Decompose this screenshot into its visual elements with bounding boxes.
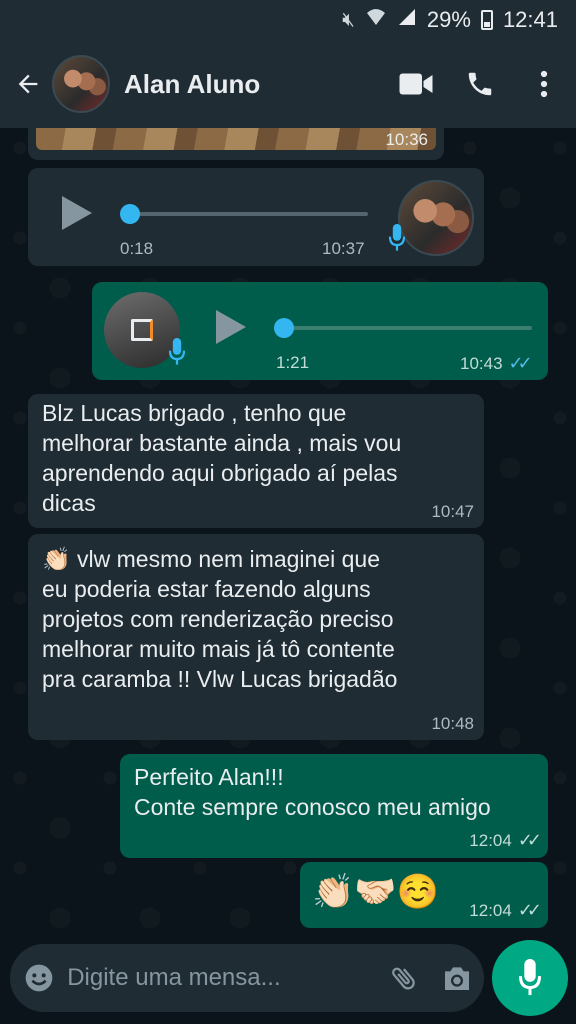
voice-progress-track[interactable] — [128, 212, 368, 216]
message-text: Blz Lucas brigado , tenho que melhorar b… — [42, 400, 402, 516]
read-ticks-icon: ✓✓ — [508, 353, 533, 373]
play-icon[interactable] — [62, 196, 92, 230]
message-input[interactable] — [67, 964, 378, 992]
text-message[interactable]: Blz Lucas brigado , tenho que melhorar b… — [28, 394, 484, 528]
battery-percent: 29% — [426, 7, 471, 32]
mic-icon — [518, 959, 542, 996]
message-emoji: 👏🏻🤝🏻☺️ — [312, 873, 440, 911]
delivered-ticks-icon: ✓✓ — [517, 900, 542, 920]
sender-avatar — [398, 180, 474, 256]
emoji-message[interactable]: 👏🏻🤝🏻☺️ 12:04 ✓✓ — [300, 862, 548, 928]
wifi-icon — [365, 7, 387, 33]
message-time: 12:04 ✓✓ — [469, 900, 542, 920]
message-time: 10:43 ✓✓ — [460, 353, 533, 373]
voice-progress-knob[interactable] — [274, 318, 294, 338]
mute-icon: 🔇︎ — [342, 8, 355, 31]
voice-progress-knob[interactable] — [120, 204, 140, 224]
more-vert-icon — [540, 70, 548, 98]
video-call-button[interactable] — [384, 54, 448, 114]
attach-button[interactable] — [377, 963, 430, 993]
emoji-button[interactable] — [10, 962, 67, 994]
emoji-icon — [25, 964, 52, 992]
record-voice-button[interactable] — [492, 940, 568, 1016]
voice-message: 1:21 10:43 ✓✓ — [92, 282, 548, 380]
text-message[interactable]: 👏🏻 vlw mesmo nem imaginei que eu poderia… — [28, 534, 484, 740]
message-list[interactable]: 10:36 0:18 10:37 1:21 10:43 ✓✓ Blz Lucas … — [0, 128, 576, 938]
signal-icon — [397, 7, 417, 33]
message-text: 👏🏻 vlw mesmo nem imaginei que eu poderia… — [42, 546, 398, 692]
message-composer — [10, 944, 484, 1012]
back-arrow-icon — [18, 74, 38, 94]
camera-icon — [445, 967, 470, 990]
image-thumbnail[interactable] — [34, 128, 438, 152]
clock: 12:41 — [502, 7, 558, 32]
image-message[interactable]: 10:36 — [28, 128, 444, 160]
message-time: 10:47 — [431, 502, 474, 521]
voice-duration: 1:21 — [276, 353, 310, 372]
chat-header: Alan Aluno — [0, 40, 576, 128]
play-icon[interactable] — [216, 310, 246, 344]
mic-icon — [388, 224, 406, 258]
message-time: 10:48 — [431, 714, 474, 733]
phone-icon — [468, 72, 492, 96]
delivered-ticks-icon: ✓✓ — [517, 830, 542, 850]
message-time: 10:36 — [385, 130, 428, 149]
status-bar: 🔇︎ 29% 12:41 — [0, 0, 576, 40]
video-call-icon — [399, 73, 433, 95]
mic-icon — [168, 338, 186, 372]
voice-message: 0:18 10:37 — [28, 168, 484, 266]
camera-button[interactable] — [431, 963, 484, 993]
voice-call-button[interactable] — [448, 54, 512, 114]
message-text: Perfeito Alan!!! Conte sempre conosco me… — [134, 764, 491, 820]
logo-icon — [131, 319, 153, 341]
battery-icon — [480, 10, 493, 30]
message-time: 12:04 ✓✓ — [469, 830, 542, 850]
attach-icon — [391, 967, 415, 990]
more-options-button[interactable] — [512, 54, 576, 114]
text-message[interactable]: Perfeito Alan!!! Conte sempre conosco me… — [120, 754, 548, 858]
avatar[interactable] — [52, 55, 110, 113]
message-time: 10:37 — [322, 239, 365, 258]
voice-progress-track[interactable] — [282, 326, 532, 330]
back-button[interactable] — [4, 54, 52, 114]
voice-duration: 0:18 — [120, 239, 154, 258]
contact-name[interactable]: Alan Aluno — [124, 69, 384, 100]
